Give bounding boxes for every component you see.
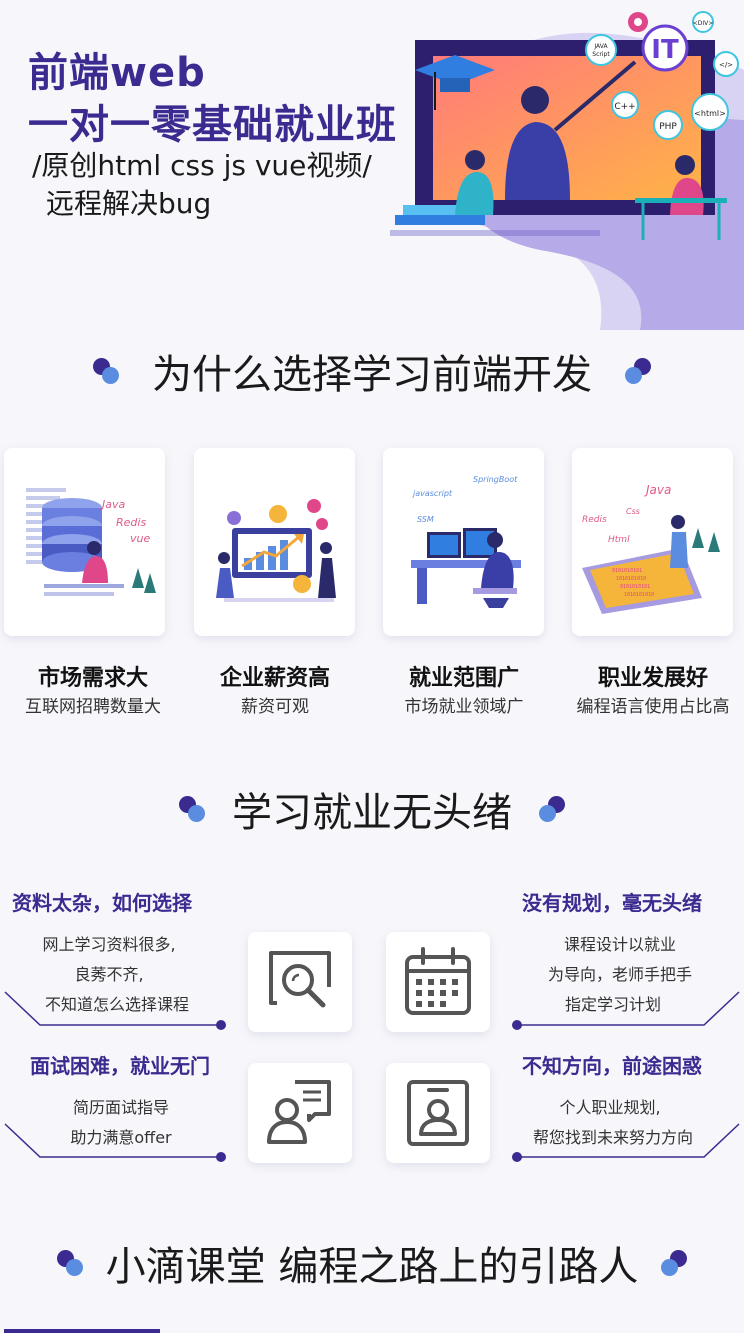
art-word-css: Css xyxy=(626,507,640,516)
section-divider xyxy=(4,1329,160,1333)
problems-section-title: 学习就业无头绪 xyxy=(232,790,512,836)
card-sub-salary: 薪资可观 xyxy=(241,697,309,717)
art-word-javascript: javascript xyxy=(412,489,453,498)
problem-title-planning: 没有规划，毫无头绪 xyxy=(522,891,702,915)
card-title-demand: 市场需求大 xyxy=(37,666,148,691)
cpp-badge: C++ xyxy=(614,102,635,112)
hero-banner: 前端web 一对一零基础就业班 /原创html css js vue视频/ 远程… xyxy=(0,0,744,330)
problem-title-materials: 资料太杂，如何选择 xyxy=(12,891,192,915)
svg-text:0101010101: 0101010101 xyxy=(620,584,650,590)
why-card-range: javascript SpringBoot SSM xyxy=(383,448,544,636)
card-title-salary: 企业薪资高 xyxy=(219,666,330,691)
it-badge: IT xyxy=(651,35,679,65)
hero-subtitle-line1: /原创html css js vue视频/ xyxy=(32,149,372,182)
calendar-box xyxy=(386,932,490,1032)
tablet-code-illustration-icon: Java Redis Css Html 0101010101 101010101… xyxy=(582,483,720,614)
svg-text:Script: Script xyxy=(592,51,610,58)
problem-line: 指定学习计划 xyxy=(564,995,661,1014)
salary-chart-illustration-icon xyxy=(216,499,336,602)
heading-dots-right-icon xyxy=(624,358,651,384)
problem-line: 为导向，老师手把手 xyxy=(547,965,692,984)
art-word-redis: Redis xyxy=(116,516,146,529)
resume-icon xyxy=(267,1080,331,1144)
why-section-title: 为什么选择学习前端开发 xyxy=(152,352,592,398)
hero-title-line2: 一对一零基础就业班 xyxy=(28,102,397,148)
svg-text:0101010101: 0101010101 xyxy=(612,568,642,574)
card-title-range: 就业范围广 xyxy=(408,666,519,691)
svg-text:JAVA: JAVA xyxy=(593,43,608,50)
footer-heading: 小滴课堂 编程之路上的引路人 xyxy=(0,1234,744,1292)
search-document-icon xyxy=(269,951,331,1008)
html-badge: <html> xyxy=(694,109,726,118)
heading-dots-left-icon xyxy=(93,358,120,384)
heading-dots-right-icon xyxy=(538,796,565,822)
problem-line: 个人职业规划, xyxy=(559,1098,661,1117)
art-word-java-2: Java xyxy=(644,483,671,497)
search-document-box xyxy=(248,932,352,1032)
problem-line: 课程设计以就业 xyxy=(563,935,676,954)
art-word-vue: vue xyxy=(130,532,150,545)
art-word-ssm: SSM xyxy=(417,515,434,524)
resume-box xyxy=(248,1063,352,1163)
svg-text:1010101010: 1010101010 xyxy=(616,576,646,582)
database-illustration-icon: Java Redis vue xyxy=(26,488,156,596)
heading-dots-right-icon xyxy=(661,1250,688,1276)
why-card-salary xyxy=(194,448,355,636)
hero-title-line1: 前端web xyxy=(28,50,206,96)
profile-card-box xyxy=(386,1063,490,1163)
problem-line: 助力满意offer xyxy=(70,1128,172,1147)
art-word-redis-2: Redis xyxy=(582,515,607,525)
workstation-illustration-icon: javascript SpringBoot SSM xyxy=(411,475,521,608)
tag-badge: </> xyxy=(719,61,733,69)
problem-title-interview: 面试困难，就业无门 xyxy=(30,1054,210,1078)
card-sub-career: 编程语言使用占比高 xyxy=(576,697,730,717)
card-sub-demand: 互联网招聘数量大 xyxy=(25,697,161,717)
card-sub-range: 市场就业领域广 xyxy=(404,697,524,717)
calendar-icon xyxy=(405,947,471,1015)
why-section-heading: 为什么选择学习前端开发 xyxy=(0,342,744,400)
php-badge: PHP xyxy=(659,122,677,132)
card-title-career: 职业发展好 xyxy=(597,666,708,691)
art-word-html: Html xyxy=(608,535,630,545)
footer-title: 小滴课堂 编程之路上的引路人 xyxy=(105,1244,639,1290)
art-word-springboot: SpringBoot xyxy=(473,475,518,484)
hero-illustration: IT JAVA Script C++ PHP <html> <DIV> </> xyxy=(395,11,739,240)
problems-section-heading: 学习就业无头绪 xyxy=(0,780,744,838)
profile-card-icon xyxy=(407,1080,469,1146)
problem-line: 良莠不齐, xyxy=(74,965,144,984)
problem-line: 不知道怎么选择课程 xyxy=(44,995,189,1014)
svg-text:1010101010: 1010101010 xyxy=(624,592,654,598)
art-word-java: Java xyxy=(100,498,125,511)
problem-title-direction: 不知方向，前途困惑 xyxy=(522,1054,702,1078)
why-card-career: Java Redis Css Html 0101010101 101010101… xyxy=(572,448,733,636)
hero-subtitle-line2: 远程解决bug xyxy=(46,187,212,220)
problem-line: 帮您找到未来努力方向 xyxy=(532,1128,693,1147)
problem-line: 网上学习资料很多, xyxy=(42,935,176,954)
heading-dots-left-icon xyxy=(179,796,206,822)
why-card-demand: Java Redis vue xyxy=(4,448,165,636)
problem-line: 简历面试指导 xyxy=(72,1098,169,1117)
div-badge: <DIV> xyxy=(693,20,714,27)
heading-dots-left-icon xyxy=(56,1250,83,1276)
